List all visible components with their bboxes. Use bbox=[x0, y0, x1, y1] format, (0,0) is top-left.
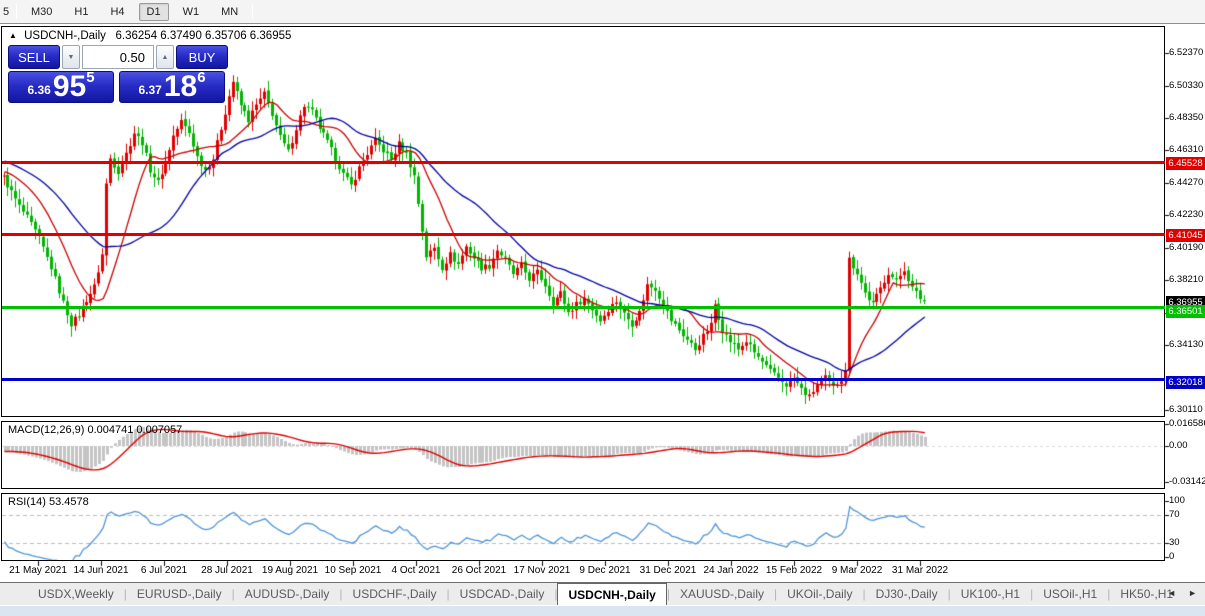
date-axis-label: 15 Feb 2022 bbox=[766, 565, 822, 576]
macd-axis-label: 0.016586 bbox=[1169, 418, 1205, 429]
date-axis-label: 19 Aug 2021 bbox=[262, 565, 318, 576]
tab-ukoildaily[interactable]: UKOil-,Daily bbox=[777, 584, 862, 604]
rsi-axis-label: 70 bbox=[1169, 509, 1180, 520]
volume-increase-button[interactable]: ▲ bbox=[156, 45, 174, 69]
price-tag: 6.41045 bbox=[1166, 229, 1205, 242]
one-click-trade-panel: SELL ▼ ▲ BUY 6.36 95 5 6.37 18 6 bbox=[8, 45, 230, 103]
price-level-line[interactable] bbox=[2, 378, 1165, 381]
date-axis-label: 4 Oct 2021 bbox=[392, 565, 441, 576]
status-strip bbox=[0, 606, 1205, 616]
chart-ohlc-values: 6.36254 6.37490 6.35706 6.36955 bbox=[116, 30, 292, 42]
tab-dj30daily[interactable]: DJ30-,Daily bbox=[866, 584, 948, 604]
price-axis-label: 6.38210 bbox=[1169, 274, 1203, 285]
buy-price-small: 6.37 bbox=[138, 83, 161, 97]
toolbar-separator bbox=[16, 4, 17, 19]
price-axis-label: 6.42230 bbox=[1169, 209, 1203, 220]
chart-symbol-label: USDCNH-,Daily bbox=[24, 30, 106, 42]
chevron-up-icon: ▲ bbox=[162, 54, 169, 61]
date-axis-label: 10 Sep 2021 bbox=[325, 565, 382, 576]
sell-price-pip: 5 bbox=[86, 69, 94, 86]
tab-eurusddaily[interactable]: EURUSD-,Daily bbox=[127, 584, 232, 604]
tab-audusddaily[interactable]: AUDUSD-,Daily bbox=[235, 584, 340, 604]
collapse-triangle-icon[interactable]: ▲ bbox=[9, 31, 17, 40]
buy-price-big: 18 bbox=[164, 74, 197, 100]
tab-usdcaddaily[interactable]: USDCAD-,Daily bbox=[450, 584, 555, 604]
timeframe-button-w1[interactable]: W1 bbox=[175, 3, 208, 21]
date-axis-label: 9 Dec 2021 bbox=[579, 565, 630, 576]
price-tag: 6.32018 bbox=[1166, 376, 1205, 389]
timeframe-button-h4[interactable]: H4 bbox=[102, 3, 132, 21]
rsi-axis-label: 100 bbox=[1169, 495, 1185, 506]
date-axis-label: 31 Mar 2022 bbox=[892, 565, 948, 576]
date-axis-label: 9 Mar 2022 bbox=[832, 565, 883, 576]
timeframe-toolbar: 5 M30 H1 H4 D1 W1 MN bbox=[0, 0, 1205, 24]
price-axis-label: 6.30110 bbox=[1169, 404, 1203, 415]
timeframe-button-mn[interactable]: MN bbox=[213, 3, 246, 21]
timeframe-button-d1[interactable]: D1 bbox=[139, 3, 169, 21]
price-axis-label: 6.46310 bbox=[1169, 144, 1203, 155]
tab-uk100h1[interactable]: UK100-,H1 bbox=[951, 584, 1030, 604]
price-tag: 6.45528 bbox=[1166, 157, 1205, 170]
macd-axis-label: 0.00 bbox=[1169, 440, 1188, 451]
sell-button[interactable]: SELL bbox=[8, 45, 60, 69]
tab-xauusddaily[interactable]: XAUUSD-,Daily bbox=[670, 584, 774, 604]
macd-axis-label: -0.03142 bbox=[1169, 476, 1205, 487]
tab-usdchfdaily[interactable]: USDCHF-,Daily bbox=[343, 584, 447, 604]
price-axis-label: 6.48350 bbox=[1169, 112, 1203, 123]
tab-scroll-right-icon[interactable]: ► bbox=[1188, 588, 1197, 598]
price-axis-label: 6.52370 bbox=[1169, 47, 1203, 58]
date-axis-label: 31 Dec 2021 bbox=[640, 565, 697, 576]
price-level-line[interactable] bbox=[2, 161, 1165, 164]
price-axis-label: 6.44270 bbox=[1169, 177, 1203, 188]
timeframe-button-partial[interactable]: 5 bbox=[0, 3, 10, 21]
price-level-line[interactable] bbox=[2, 306, 1165, 309]
tab-scroll-left-icon[interactable]: ◄ bbox=[1167, 588, 1176, 598]
date-axis-label: 28 Jul 2021 bbox=[201, 565, 253, 576]
rsi-axis-label: 0 bbox=[1169, 551, 1174, 562]
symbol-tab-bar: USDX,Weekly|EURUSD-,Daily|AUDUSD-,Daily|… bbox=[0, 582, 1205, 605]
price-axis-label: 6.50330 bbox=[1169, 80, 1203, 91]
tab-scroll-arrows: ◄► bbox=[1167, 588, 1197, 598]
price-axis-label: 6.34130 bbox=[1169, 339, 1203, 350]
macd-label: MACD(12,26,9) 0.004741 0.007057 bbox=[8, 424, 182, 436]
price-level-line[interactable] bbox=[2, 233, 1165, 236]
price-tag: 6.36501 bbox=[1166, 305, 1205, 318]
sell-price-small: 6.36 bbox=[27, 83, 50, 97]
chart-title: ▲ USDCNH-,Daily 6.36254 6.37490 6.35706 … bbox=[9, 30, 291, 42]
date-axis-label: 26 Oct 2021 bbox=[452, 565, 506, 576]
sell-price-big: 95 bbox=[53, 74, 86, 100]
timeframe-button-m30[interactable]: M30 bbox=[23, 3, 60, 21]
rsi-label: RSI(14) 53.4578 bbox=[8, 496, 89, 508]
date-axis-label: 6 Jul 2021 bbox=[141, 565, 187, 576]
tab-usdcnhdaily[interactable]: USDCNH-,Daily bbox=[557, 583, 666, 605]
chevron-down-icon: ▼ bbox=[68, 54, 75, 61]
sell-price-display[interactable]: 6.36 95 5 bbox=[8, 71, 114, 103]
volume-input[interactable] bbox=[82, 45, 154, 69]
date-axis-label: 24 Jan 2022 bbox=[703, 565, 758, 576]
tab-usoilh1[interactable]: USOil-,H1 bbox=[1033, 584, 1107, 604]
buy-price-display[interactable]: 6.37 18 6 bbox=[119, 71, 225, 103]
toolbar-separator bbox=[252, 4, 253, 19]
tab-usdxweekly[interactable]: USDX,Weekly bbox=[28, 584, 124, 604]
buy-price-pip: 6 bbox=[197, 69, 205, 86]
price-axis-label: 6.40190 bbox=[1169, 242, 1203, 253]
date-axis-label: 17 Nov 2021 bbox=[514, 565, 571, 576]
timeframe-button-h1[interactable]: H1 bbox=[66, 3, 96, 21]
buy-button[interactable]: BUY bbox=[176, 45, 228, 69]
volume-decrease-button[interactable]: ▼ bbox=[62, 45, 80, 69]
rsi-axis-label: 30 bbox=[1169, 537, 1180, 548]
date-axis-label: 14 Jun 2021 bbox=[73, 565, 128, 576]
date-axis-label: 21 May 2021 bbox=[9, 565, 67, 576]
